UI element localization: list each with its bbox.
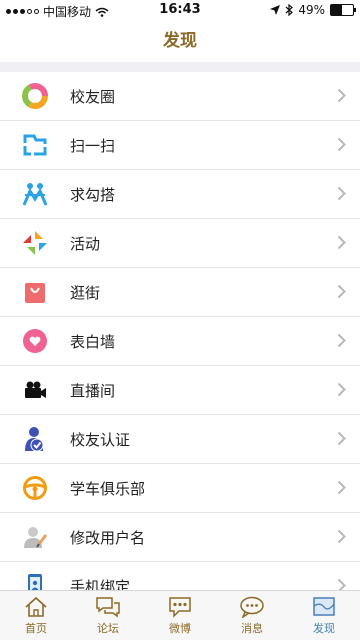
- tab-label: 微博: [169, 622, 191, 635]
- activity-icon: [22, 230, 48, 256]
- menu-item-alumni-verification[interactable]: 校友认证: [0, 415, 360, 464]
- discover-menu: 校友圈 扫一扫 求勾搭 活动 逛街 表白墙 直播间 校友认证 学车俱乐部 修改用…: [0, 72, 360, 610]
- menu-item-label: 表白墙: [70, 332, 116, 351]
- steering-wheel-icon: [22, 475, 48, 501]
- menu-item-label: 修改用户名: [70, 528, 146, 547]
- chevron-right-icon: [337, 284, 346, 299]
- video-camera-icon: [22, 377, 48, 403]
- chevron-right-icon: [337, 431, 346, 446]
- tab-discover[interactable]: 发现: [288, 591, 360, 640]
- chevron-right-icon: [337, 382, 346, 397]
- menu-item-driving-club[interactable]: 学车俱乐部: [0, 464, 360, 513]
- tab-label: 消息: [241, 622, 263, 635]
- menu-item-activities[interactable]: 活动: [0, 219, 360, 268]
- chevron-right-icon: [337, 480, 346, 495]
- menu-item-label: 扫一扫: [70, 136, 116, 155]
- chat-bubble-icon: [240, 596, 264, 618]
- weibo-icon: [169, 597, 191, 618]
- tab-bar: 首页 论坛 微博 消息 发现: [0, 590, 360, 640]
- tab-messages[interactable]: 消息: [216, 591, 288, 640]
- chevron-right-icon: [337, 333, 346, 348]
- menu-item-confession-wall[interactable]: 表白墙: [0, 317, 360, 366]
- menu-item-label: 活动: [70, 234, 101, 253]
- chevron-right-icon: [337, 186, 346, 201]
- menu-item-label: 学车俱乐部: [70, 479, 146, 498]
- chevron-right-icon: [337, 235, 346, 250]
- bluetooth-icon: [285, 4, 294, 16]
- tab-forum[interactable]: 论坛: [72, 591, 144, 640]
- tab-label: 论坛: [97, 622, 119, 635]
- menu-item-change-username[interactable]: 修改用户名: [0, 513, 360, 562]
- tab-weibo[interactable]: 微博: [144, 591, 216, 640]
- status-bar: 中国移动 16:43 49%: [0, 0, 360, 20]
- edit-user-icon: [22, 524, 48, 550]
- alumni-circle-icon: [22, 83, 48, 109]
- location-arrow-icon: [270, 5, 281, 15]
- shopping-bag-icon: [22, 279, 48, 305]
- tab-label: 首页: [25, 622, 47, 635]
- chevron-right-icon: [337, 88, 346, 103]
- page-title: 发现: [0, 20, 360, 62]
- scan-icon: [22, 132, 48, 158]
- battery-icon: [330, 4, 356, 16]
- chevron-right-icon: [337, 529, 346, 544]
- menu-item-label: 校友认证: [70, 430, 131, 449]
- menu-item-live-room[interactable]: 直播间: [0, 366, 360, 415]
- verified-user-icon: [22, 426, 48, 452]
- menu-item-hookup[interactable]: 求勾搭: [0, 170, 360, 219]
- menu-item-label: 直播间: [70, 381, 116, 400]
- menu-item-label: 逛街: [70, 283, 101, 302]
- status-right: 49%: [270, 3, 356, 17]
- tab-home[interactable]: 首页: [0, 591, 72, 640]
- tab-label: 发现: [313, 622, 335, 635]
- menu-item-scan[interactable]: 扫一扫: [0, 121, 360, 170]
- heart-icon: [22, 328, 48, 354]
- battery-percent: 49%: [298, 3, 325, 17]
- menu-item-label: 求勾搭: [70, 185, 116, 204]
- chevron-right-icon: [337, 137, 346, 152]
- discover-map-icon: [313, 597, 335, 616]
- home-icon: [25, 596, 47, 617]
- people-icon: [22, 181, 48, 207]
- menu-item-label: 校友圈: [70, 87, 116, 106]
- menu-item-shopping[interactable]: 逛街: [0, 268, 360, 317]
- forum-icon: [96, 597, 120, 618]
- menu-item-alumni-circle[interactable]: 校友圈: [0, 72, 360, 121]
